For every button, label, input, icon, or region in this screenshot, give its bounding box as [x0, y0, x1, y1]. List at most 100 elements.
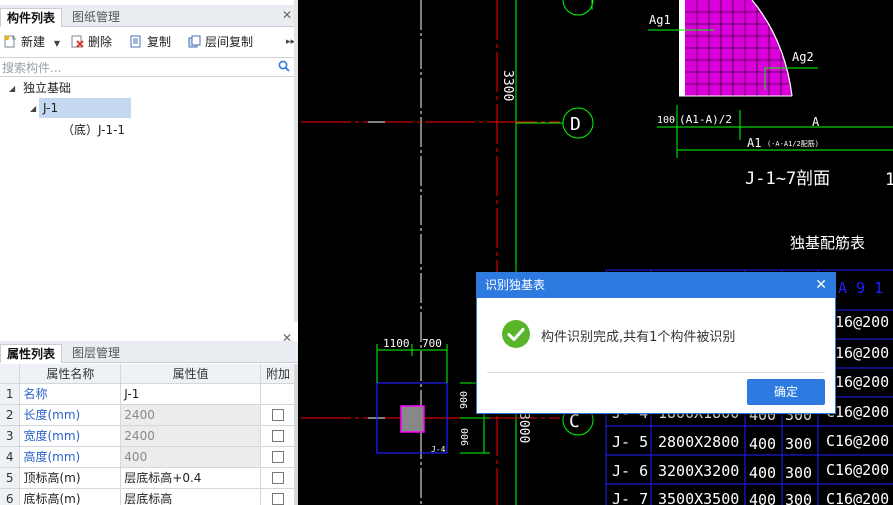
close-icon[interactable]: ✕: [815, 273, 827, 298]
extra-cell: [260, 446, 296, 468]
table-row[interactable]: 2 长度(mm) 2400: [0, 404, 296, 426]
dialog-divider: [487, 372, 825, 373]
components-tabbar: 构件列表 图纸管理 ✕: [0, 5, 298, 27]
table-row[interactable]: 5 顶标高(m) 层底标高+0.4: [0, 467, 296, 489]
left-panel: 构件列表 图纸管理 ✕ 新建 ▼ 删除 复制 层间复制 ▸▸ ◢ 独立基础 ◢ …: [0, 0, 298, 505]
extra-cell: [260, 383, 296, 405]
search-input[interactable]: [2, 59, 272, 76]
dim-1100: 1100: [383, 337, 410, 350]
table-cell-size: 3500X3500: [658, 490, 739, 505]
ok-button[interactable]: 确定: [747, 379, 825, 405]
row-index: 4: [0, 446, 21, 468]
property-value[interactable]: 400: [120, 446, 262, 468]
components-toolbar: 新建 ▼ 删除 复制 层间复制 ▸▸: [0, 30, 298, 54]
row-index: 3: [0, 425, 21, 447]
section-wall: [679, 0, 685, 96]
dim-a1-note: (-A-A1/2配筋): [767, 139, 819, 148]
extra-cell: [260, 404, 296, 426]
dim-3000: 3000: [516, 412, 531, 443]
section-number: 1: [885, 170, 893, 190]
property-value[interactable]: 层底标高+0.4: [120, 467, 262, 489]
axis-label-c: C: [569, 411, 580, 432]
table-title: 独基配筋表: [790, 234, 865, 252]
tree-item-isolated-foundation[interactable]: 独立基础: [23, 78, 71, 98]
table-row[interactable]: 6 底标高(m) 层底标高: [0, 488, 296, 505]
table-row[interactable]: 4 高度(mm) 400: [0, 446, 296, 468]
axis-bubble: [562, 0, 594, 16]
table-cell-rebar: C16@200: [826, 461, 889, 479]
table-cell-rebar: C16@200: [826, 490, 889, 505]
search-icon[interactable]: [278, 60, 290, 72]
value-header: 属性值: [120, 364, 262, 384]
component-search: [0, 57, 296, 77]
attach-checkbox[interactable]: [272, 409, 285, 421]
property-name: 长度(mm): [19, 404, 122, 426]
properties-table: 属性名称 属性值 附加 1 名称 J-1 2 长度(mm) 2400 3 宽度(…: [0, 364, 296, 505]
index-header: [0, 364, 21, 384]
table-cell-h: 400: [749, 435, 776, 453]
table-cell-name: J- 5: [612, 433, 648, 451]
attach-checkbox[interactable]: [272, 451, 285, 463]
dialog-message: 构件识别完成,共有1个构件被识别: [541, 330, 736, 345]
table-header-row: 属性名称 属性值 附加: [0, 364, 296, 384]
dropdown-arrow-icon[interactable]: ▼: [54, 39, 60, 48]
table-cell-h: 400: [749, 491, 776, 505]
new-button[interactable]: 新建 ▼: [4, 33, 60, 51]
table-cell-size: 3200X3200: [658, 462, 739, 480]
extra-cell: [260, 425, 296, 447]
table-cell-name: J- 6: [612, 462, 648, 480]
copy-label: 复制: [147, 35, 172, 49]
tab-properties[interactable]: 属性列表: [0, 344, 63, 363]
name-header: 属性名称: [19, 364, 122, 384]
delete-icon: [71, 35, 84, 48]
table-col-header: A 9 1: [838, 279, 883, 297]
dialog-title: 识别独基表: [485, 278, 546, 292]
dim-a1-half: (A1-A)/2: [679, 113, 732, 126]
extra-cell: [260, 488, 296, 505]
tree-item-j1-1[interactable]: （底）J-1-1: [62, 120, 125, 140]
table-cell-size: 2800X2800: [658, 433, 739, 451]
attach-checkbox[interactable]: [272, 430, 285, 442]
attach-checkbox[interactable]: [272, 493, 285, 505]
property-value[interactable]: 2400: [120, 404, 262, 426]
recognize-dialog: 识别独基表 ✕ 构件识别完成,共有1个构件被识别 确定: [476, 272, 836, 414]
dim-a1: A1: [747, 136, 761, 150]
tree-expand-icon[interactable]: ◢: [30, 104, 36, 113]
delete-button[interactable]: 删除: [71, 33, 112, 51]
success-check-icon: [502, 320, 530, 348]
row-index: 2: [0, 404, 21, 426]
tab-components[interactable]: 构件列表: [0, 8, 63, 27]
close-icon[interactable]: ✕: [282, 8, 292, 22]
table-cell-rebar: C16@200: [826, 432, 889, 450]
table-row[interactable]: 1 名称 J-1: [0, 383, 296, 405]
property-name: 高度(mm): [19, 446, 122, 468]
attach-checkbox[interactable]: [272, 472, 285, 484]
new-icon: [4, 35, 16, 48]
tab-drawings[interactable]: 图纸管理: [66, 8, 126, 27]
table-cell-h2: 300: [785, 491, 812, 505]
axis-label-d: D: [570, 114, 581, 135]
extra-cell: [260, 467, 296, 489]
dim-100: 100: [657, 115, 675, 126]
table-row[interactable]: 3 宽度(mm) 2400: [0, 425, 296, 447]
close-icon[interactable]: ✕: [282, 331, 292, 345]
tree-item-j1[interactable]: J-1: [39, 98, 131, 118]
property-value[interactable]: 2400: [120, 425, 262, 447]
dim-a: A: [812, 115, 820, 129]
property-value[interactable]: J-1: [120, 383, 262, 405]
cad-drawing-canvas[interactable]: D C 3300 3000 1100 700 900 900 J-4 Ag1 A…: [298, 0, 893, 505]
property-name: 名称: [19, 383, 122, 405]
dim-700: 700: [422, 337, 442, 350]
property-name: 底标高(m): [19, 488, 122, 505]
tab-layers[interactable]: 图层管理: [66, 344, 126, 363]
dim-3300: 3300: [500, 70, 515, 101]
property-value[interactable]: 层底标高: [120, 488, 262, 505]
row-index: 5: [0, 467, 21, 489]
delete-label: 删除: [88, 35, 113, 49]
dim-900b: 900: [460, 428, 471, 446]
copy-button[interactable]: 复制: [130, 33, 171, 51]
tree-expand-icon[interactable]: ◢: [9, 84, 15, 93]
copy-icon: [130, 35, 141, 48]
extra-header: 附加: [260, 364, 296, 384]
floor-copy-button[interactable]: 层间复制: [188, 33, 253, 51]
